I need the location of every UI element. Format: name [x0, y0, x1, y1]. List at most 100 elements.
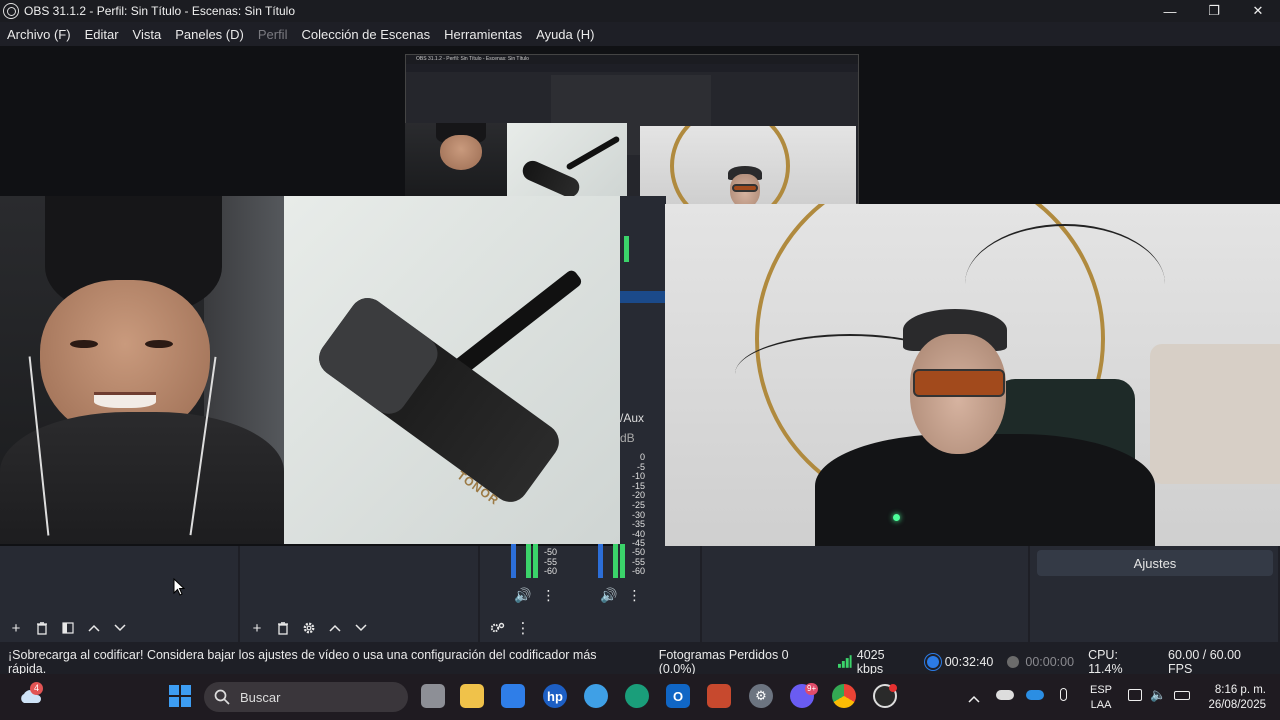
- clock-date: 26/08/2025: [1208, 699, 1266, 711]
- taskbar-search[interactable]: Buscar: [204, 682, 408, 712]
- tray-cloud-icon[interactable]: [996, 690, 1014, 700]
- tray-volume-icon[interactable]: 🔈: [1150, 687, 1166, 703]
- mixer-controls-2: 🔊 ⋮: [600, 587, 641, 604]
- advanced-audio-button[interactable]: [484, 616, 510, 640]
- mixer-scale-1: -50 -55 -60: [544, 547, 558, 577]
- menu-bar: Archivo (F) Editar Vista Paneles (D) Per…: [0, 22, 1280, 46]
- move-scene-down-button[interactable]: [107, 616, 133, 640]
- tray-onedrive-icon[interactable]: [1026, 690, 1044, 700]
- mixer-db-label: dB: [620, 431, 635, 445]
- stream-time-value: 00:32:40: [944, 654, 994, 669]
- gear-icon: [303, 622, 315, 634]
- mixer-scale-2: -50 -55 -60: [632, 547, 646, 577]
- streaming-icon: [926, 655, 939, 668]
- menu-ayuda[interactable]: Ayuda (H): [529, 27, 601, 42]
- mouse-cursor-icon: [173, 578, 185, 596]
- stream-timer: 00:32:40: [926, 654, 994, 669]
- store-icon[interactable]: [501, 684, 525, 708]
- record-time-value: 00:00:00: [1025, 654, 1075, 669]
- trash-icon: [37, 621, 47, 635]
- tray-microphone-icon[interactable]: [1060, 688, 1067, 701]
- chevron-down-icon: [355, 624, 367, 632]
- settings-button[interactable]: Ajustes: [1037, 550, 1273, 576]
- add-source-button[interactable]: +: [244, 616, 270, 640]
- nested-title: OBS 31.1.2 - Perfil: Sin Título - Escena…: [406, 55, 858, 64]
- chevron-down-icon: [114, 624, 126, 632]
- bitrate-indicator: 4025 kbps: [838, 648, 913, 676]
- mixer-toolbar: ⋮: [484, 614, 536, 642]
- obs-logo-icon: [3, 3, 19, 19]
- mixer-controls-1: 🔊 ⋮: [514, 587, 555, 604]
- signal-bars-icon: [838, 655, 852, 668]
- add-scene-button[interactable]: +: [3, 616, 29, 640]
- cpu-usage: CPU: 11.4%: [1088, 647, 1123, 676]
- maximize-button[interactable]: ❐: [1192, 0, 1236, 22]
- chrome-icon[interactable]: [832, 684, 856, 708]
- record-icon: [1007, 655, 1020, 668]
- weather-badge: 4: [30, 682, 43, 695]
- mixer-scale-full: 0 -5 -10 -15 -20 -25 -30 -35 -40 -45: [632, 452, 646, 549]
- menu-vista[interactable]: Vista: [126, 27, 169, 42]
- tray-chevron-up-icon[interactable]: [968, 690, 980, 708]
- settings-icon[interactable]: ⚙: [749, 684, 773, 708]
- chevron-up-icon: [88, 624, 100, 632]
- minimize-button[interactable]: —: [1148, 0, 1192, 22]
- mute-speaker-icon[interactable]: 🔊: [514, 587, 531, 604]
- webcam-b[interactable]: TONOR: [284, 196, 620, 544]
- language-indicator[interactable]: ESP LAA: [1090, 683, 1112, 713]
- dropped-frames: Fotogramas Perdidos 0 (0.0%): [658, 647, 789, 676]
- chevron-up-icon: [329, 624, 341, 632]
- webcam-a[interactable]: [0, 196, 284, 544]
- move-source-down-button[interactable]: [348, 616, 374, 640]
- tray-battery-icon[interactable]: [1174, 691, 1190, 700]
- encoder-overload-warning: ¡Sobrecarga al codificar! Considera baja…: [8, 647, 597, 676]
- trash-icon: [278, 621, 288, 635]
- menu-editar[interactable]: Editar: [78, 27, 126, 42]
- browser-icon[interactable]: [584, 684, 608, 708]
- edge-icon[interactable]: [625, 684, 649, 708]
- mixer-meter-1a: [511, 544, 516, 578]
- nested-webcam-c: [640, 126, 856, 204]
- source-properties-button[interactable]: [296, 616, 322, 640]
- transitions-dock: [702, 546, 1030, 642]
- scenes-toolbar: +: [3, 614, 133, 642]
- search-placeholder: Buscar: [240, 689, 281, 705]
- task-view-icon[interactable]: [421, 684, 445, 708]
- window-title: OBS 31.1.2 - Perfil: Sin Título - Escena…: [24, 4, 296, 18]
- title-bar: OBS 31.1.2 - Perfil: Sin Título - Escena…: [0, 0, 1280, 22]
- outlook-icon[interactable]: O: [666, 684, 690, 708]
- kebab-menu-icon[interactable]: ⋮: [541, 587, 555, 604]
- discord-badge: 9+: [805, 683, 819, 695]
- sources-toolbar: +: [244, 614, 374, 642]
- menu-paneles[interactable]: Paneles (D): [168, 27, 251, 42]
- gears-icon: [490, 622, 504, 633]
- obs-live-dot: [889, 684, 897, 692]
- move-source-up-button[interactable]: [322, 616, 348, 640]
- remove-scene-button[interactable]: [29, 616, 55, 640]
- move-scene-up-button[interactable]: [81, 616, 107, 640]
- taskbar-clock[interactable]: 8:16 p. m. 26/08/2025: [1208, 683, 1266, 713]
- kebab-menu-icon[interactable]: ⋮: [627, 587, 641, 604]
- mixer-menu-button[interactable]: ⋮: [510, 616, 536, 640]
- mixer-meter-1b: [526, 544, 531, 578]
- office-icon[interactable]: [707, 684, 731, 708]
- close-button[interactable]: ✕: [1236, 0, 1280, 22]
- file-explorer-icon[interactable]: [460, 684, 484, 708]
- webcam-c[interactable]: [665, 204, 1280, 546]
- menu-archivo[interactable]: Archivo (F): [0, 27, 78, 42]
- status-bar: ¡Sobrecarga al codificar! Considera baja…: [0, 647, 1280, 676]
- scene-filters-button[interactable]: [55, 616, 81, 640]
- menu-herramientas[interactable]: Herramientas: [437, 27, 529, 42]
- search-icon: [214, 689, 230, 705]
- start-icon[interactable]: [168, 684, 192, 708]
- mixer-meter-2b: [613, 544, 618, 578]
- mute-speaker-icon[interactable]: 🔊: [600, 587, 617, 604]
- menu-coleccion-escenas[interactable]: Colección de Escenas: [294, 27, 437, 42]
- hp-icon[interactable]: hp: [543, 684, 567, 708]
- bitrate-value: 4025 kbps: [856, 647, 885, 676]
- clock-time: 8:16 p. m.: [1214, 684, 1266, 696]
- tray-network-icon[interactable]: [1128, 689, 1142, 701]
- filter-icon: [62, 622, 74, 634]
- remove-source-button[interactable]: [270, 616, 296, 640]
- mixer-meter-2c: [620, 544, 625, 578]
